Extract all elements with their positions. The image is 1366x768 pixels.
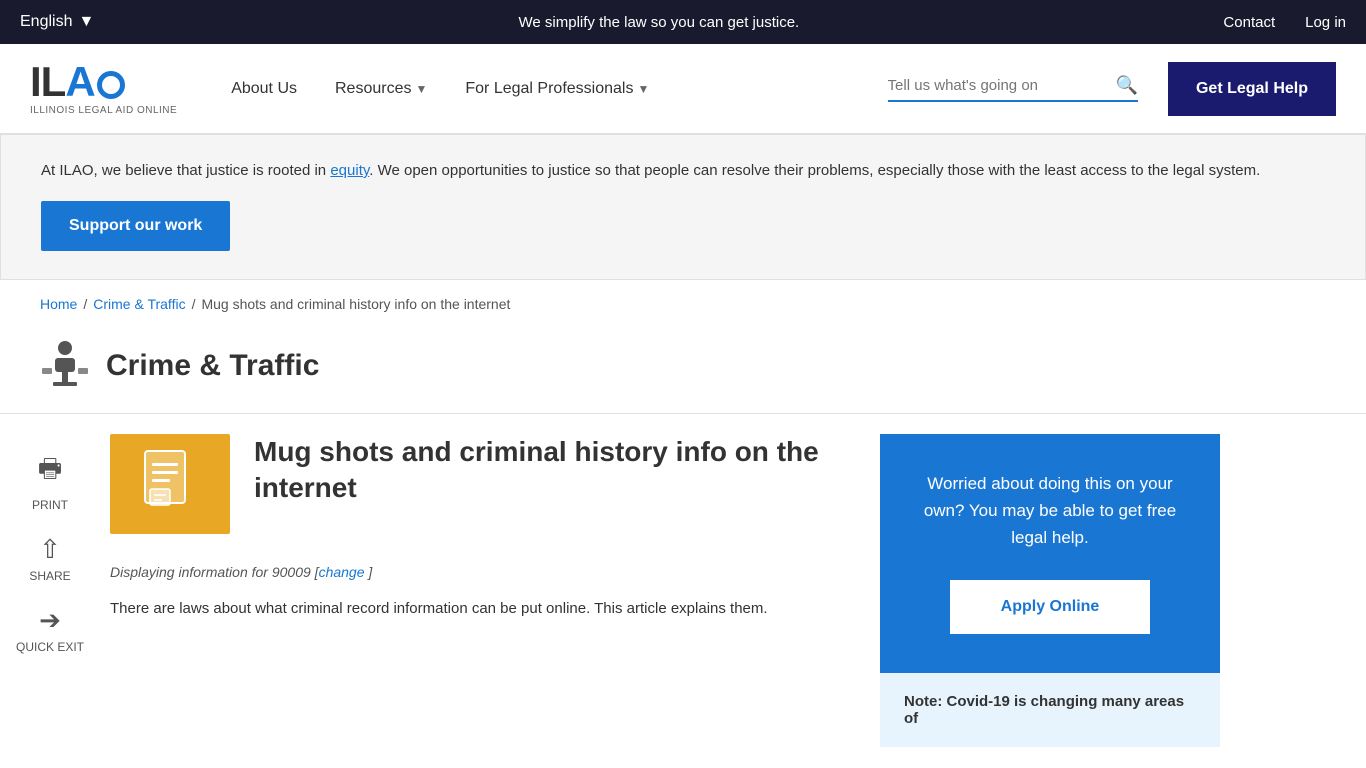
search-area: 🔍 bbox=[888, 75, 1138, 102]
legal-help-text: Worried about doing this on your own? Yo… bbox=[908, 470, 1192, 552]
nav-about[interactable]: About Us bbox=[217, 70, 311, 108]
top-bar: English ▼ We simplify the law so you can… bbox=[0, 0, 1366, 44]
nav-bar: ILA ILLINOIS LEGAL AID ONLINE About Us R… bbox=[0, 44, 1366, 134]
logo-circle-icon bbox=[97, 71, 125, 99]
support-work-button[interactable]: Support our work bbox=[41, 201, 230, 251]
breadcrumb-home[interactable]: Home bbox=[40, 296, 77, 312]
language-label: English bbox=[20, 13, 72, 31]
get-legal-help-button[interactable]: Get Legal Help bbox=[1168, 62, 1336, 116]
category-header: Crime & Traffic bbox=[0, 328, 1366, 414]
article-area: Mug shots and criminal history info on t… bbox=[100, 434, 880, 747]
quick-exit-icon: ➔ bbox=[39, 605, 61, 636]
language-selector[interactable]: English ▼ bbox=[20, 13, 94, 31]
main-content: 🖶 PRINT ⇧ SHARE ➔ QUICK EXIT bbox=[0, 414, 1366, 747]
category-title: Crime & Traffic bbox=[106, 349, 319, 383]
article-intro: There are laws about what criminal recor… bbox=[110, 596, 850, 622]
apply-online-button[interactable]: Apply Online bbox=[950, 580, 1150, 634]
top-bar-tagline: We simplify the law so you can get justi… bbox=[94, 14, 1223, 31]
sidebar: 🖶 PRINT ⇧ SHARE ➔ QUICK EXIT bbox=[0, 434, 100, 747]
banner: At ILAO, we believe that justice is root… bbox=[0, 134, 1366, 280]
nav-resources[interactable]: Resources ▼ bbox=[321, 70, 441, 108]
article-meta: Displaying information for 90009 [change… bbox=[110, 564, 850, 580]
change-location-link[interactable]: change bbox=[319, 564, 365, 580]
breadcrumb-crime-traffic[interactable]: Crime & Traffic bbox=[93, 296, 185, 312]
category-icon bbox=[40, 338, 90, 393]
article-title: Mug shots and criminal history info on t… bbox=[254, 434, 850, 507]
search-input[interactable] bbox=[888, 77, 1108, 94]
sidebar-share[interactable]: ⇧ SHARE bbox=[23, 528, 76, 589]
nav-links: About Us Resources ▼ For Legal Professio… bbox=[217, 70, 857, 108]
logo[interactable]: ILA ILLINOIS LEGAL AID ONLINE bbox=[30, 61, 177, 116]
sidebar-print[interactable]: 🖶 PRINT bbox=[26, 444, 74, 518]
nav-for-legal[interactable]: For Legal Professionals ▼ bbox=[451, 70, 663, 108]
logo-subtitle: ILLINOIS LEGAL AID ONLINE bbox=[30, 105, 177, 116]
banner-text: At ILAO, we believe that justice is root… bbox=[41, 159, 1325, 183]
article-header: Mug shots and criminal history info on t… bbox=[110, 434, 850, 534]
top-bar-actions: Contact Log in bbox=[1223, 14, 1346, 31]
print-icon: 🖶 bbox=[38, 450, 63, 494]
right-panel: Worried about doing this on your own? Yo… bbox=[880, 434, 1220, 747]
article-thumbnail bbox=[110, 434, 230, 534]
login-link[interactable]: Log in bbox=[1305, 14, 1346, 31]
contact-link[interactable]: Contact bbox=[1223, 14, 1275, 31]
breadcrumb-current: Mug shots and criminal history info on t… bbox=[201, 296, 510, 312]
covid-note: Note: Covid-19 is changing many areas of bbox=[880, 670, 1220, 747]
sidebar-quick-exit[interactable]: ➔ QUICK EXIT bbox=[10, 599, 90, 660]
equity-link[interactable]: equity bbox=[330, 162, 369, 179]
search-icon[interactable]: 🔍 bbox=[1116, 75, 1138, 96]
legal-help-card: Worried about doing this on your own? Yo… bbox=[880, 434, 1220, 670]
resources-chevron-icon: ▼ bbox=[415, 82, 427, 96]
share-icon: ⇧ bbox=[39, 534, 61, 565]
breadcrumb: Home / Crime & Traffic / Mug shots and c… bbox=[0, 280, 1366, 328]
language-chevron-icon: ▼ bbox=[78, 13, 94, 31]
for-legal-chevron-icon: ▼ bbox=[637, 82, 649, 96]
